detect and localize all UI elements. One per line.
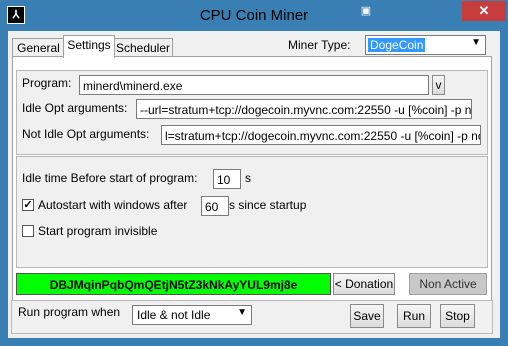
- not-idle-opt-label: Not Idle Opt arguments:: [22, 127, 150, 141]
- autostart-delay-field[interactable]: 60: [201, 196, 229, 216]
- close-button[interactable]: ✕: [462, 1, 506, 21]
- idle-time-field[interactable]: 10: [213, 169, 241, 189]
- idle-opt-field[interactable]: --url=stratum+tcp://dogecoin.myvnc.com:2…: [136, 99, 472, 119]
- startup-group: Idle time Before start of program: 10 s …: [16, 156, 488, 268]
- chevron-down-icon: ▼: [237, 307, 247, 318]
- status-indicator: Non Active: [409, 273, 487, 295]
- donation-button[interactable]: < Donation: [333, 273, 395, 295]
- idle-opt-label: Idle Opt arguments:: [22, 101, 128, 115]
- run-when-select[interactable]: Idle & not Idle ▼: [132, 305, 252, 325]
- run-when-value: Idle & not Idle: [137, 308, 211, 322]
- program-label: Program:: [22, 76, 72, 90]
- window-title: CPU Coin Miner: [199, 7, 309, 24]
- miner-type-select[interactable]: DogeCoin ▼: [365, 35, 486, 55]
- not-idle-opt-field[interactable]: l=stratum+tcp://dogecoin.myvnc.com:22550…: [161, 125, 481, 145]
- autostart-checkbox[interactable]: ✓: [22, 199, 34, 211]
- settings-panel: Program: minerd\minerd.exe v Idle Opt ar…: [12, 56, 492, 329]
- browse-program-button[interactable]: v: [432, 75, 445, 95]
- miner-type-value: DogeCoin: [368, 38, 426, 52]
- main-client-area: General Settings Scheduler Miner Type: D…: [8, 31, 500, 338]
- tab-scheduler[interactable]: Scheduler: [113, 38, 173, 57]
- stop-button[interactable]: Stop: [440, 304, 475, 328]
- autostart-label: Autostart with windows after: [38, 198, 188, 212]
- donation-address[interactable]: DBJMqinPqbQmQEtjN5tZ3kNkAyYUL9mj8e: [16, 273, 331, 295]
- save-button[interactable]: Save: [350, 304, 384, 328]
- run-button[interactable]: Run: [397, 304, 431, 328]
- tab-general[interactable]: General: [12, 38, 65, 57]
- run-when-label: Run program when: [18, 305, 121, 319]
- autostart-unit: s since startup: [229, 198, 307, 212]
- idle-time-label: Idle time Before start of program:: [22, 171, 198, 185]
- checkmark-icon: ✓: [23, 199, 33, 211]
- title-bar[interactable]: ⅄ CPU Coin Miner ▣ ✕: [0, 0, 508, 32]
- program-group: Program: minerd\minerd.exe v Idle Opt ar…: [16, 70, 488, 155]
- restore-icon[interactable]: ▣: [353, 1, 379, 21]
- idle-time-unit: s: [245, 171, 251, 185]
- app-window: ⅄ CPU Coin Miner ▣ ✕ General Settings Sc…: [0, 0, 508, 346]
- chevron-down-icon: ▼: [471, 37, 481, 48]
- program-path-field[interactable]: minerd\minerd.exe: [79, 75, 429, 95]
- tab-settings[interactable]: Settings: [63, 35, 115, 58]
- start-invisible-label: Start program invisible: [38, 224, 158, 238]
- run-group: Run program when Idle & not Idle ▼ Save …: [11, 300, 493, 334]
- miner-type-label: Miner Type:: [288, 38, 351, 52]
- start-invisible-checkbox[interactable]: [22, 225, 34, 237]
